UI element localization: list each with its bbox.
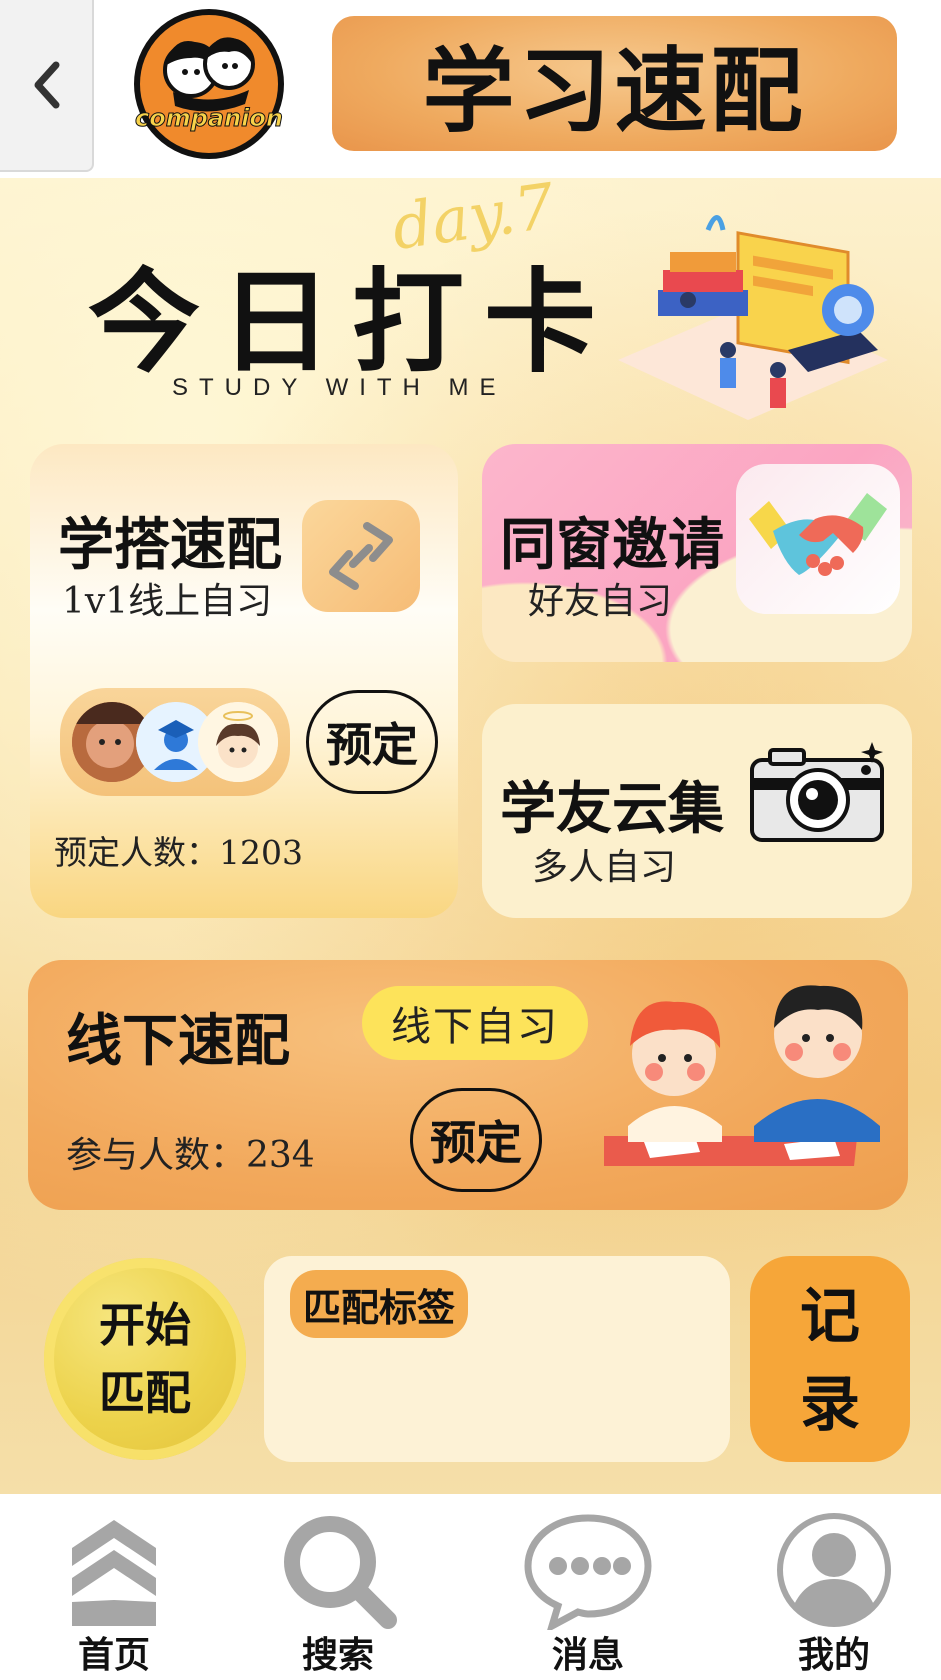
profile-icon (777, 1513, 891, 1627)
start-match-button[interactable]: 开始 匹配 (44, 1258, 246, 1460)
chevron-left-icon (34, 61, 60, 109)
camera-icon (748, 738, 888, 844)
logo-text: companion (135, 104, 283, 132)
handshake-tile (736, 464, 900, 614)
match-tags-chip[interactable]: 匹配标签 (290, 1270, 468, 1338)
start-label-line1: 开始 (99, 1298, 191, 1352)
checkin-title: 今日打卡 (88, 257, 616, 388)
nav-messages[interactable]: 消息 (508, 1510, 668, 1680)
page-title: 学习速配 (422, 38, 807, 145)
xueda-title: 学搭速配 (58, 513, 282, 578)
title-banner: 学习速配 (332, 16, 897, 151)
records-label-line1: 记 (800, 1282, 860, 1352)
nav-search[interactable]: 搜索 (258, 1510, 418, 1680)
back-button[interactable] (0, 0, 94, 172)
message-icon (524, 1514, 652, 1630)
nav-profile[interactable]: 我的 (754, 1510, 914, 1680)
xianxia-participate-count: 参与人数：234 (66, 1135, 315, 1176)
nav-search-label: 搜索 (301, 1635, 374, 1676)
avatar (198, 702, 278, 782)
search-icon (284, 1516, 397, 1629)
xueyou-title: 学友云集 (500, 777, 724, 842)
study-illustration (608, 200, 893, 425)
xianxia-title: 线下速配 (66, 1009, 290, 1074)
offline-study-tag: 线下自习 (362, 986, 588, 1060)
checkin-subtitle: STUDY WITH ME (172, 374, 507, 401)
nav-home[interactable]: 首页 (34, 1510, 194, 1680)
link-icon (329, 522, 393, 590)
xueda-reserve-count: 预定人数：1203 (54, 833, 303, 872)
companion-logo: companion (133, 8, 285, 160)
start-label-line2: 匹配 (99, 1366, 191, 1420)
handshake-icon (749, 493, 887, 576)
nav-messages-label: 消息 (551, 1635, 624, 1676)
home-chevrons-icon (72, 1520, 156, 1626)
xueda-subtitle: 1v1线上自习 (62, 581, 273, 622)
xueda-reserve-button[interactable]: 预定 (306, 690, 438, 794)
nav-home-label: 首页 (77, 1635, 150, 1676)
tongchuang-subtitle: 好友自习 (528, 581, 673, 622)
kids-illustration (584, 976, 894, 1188)
nav-profile-label: 我的 (797, 1635, 870, 1676)
xianxia-reserve-button[interactable]: 预定 (410, 1088, 542, 1192)
records-label-line2: 录 (800, 1370, 860, 1440)
records-button[interactable]: 记 录 (750, 1256, 910, 1462)
xueyou-subtitle: 多人自习 (532, 847, 677, 888)
link-tile (302, 500, 420, 612)
tongchuang-title: 同窗邀请 (500, 513, 724, 578)
